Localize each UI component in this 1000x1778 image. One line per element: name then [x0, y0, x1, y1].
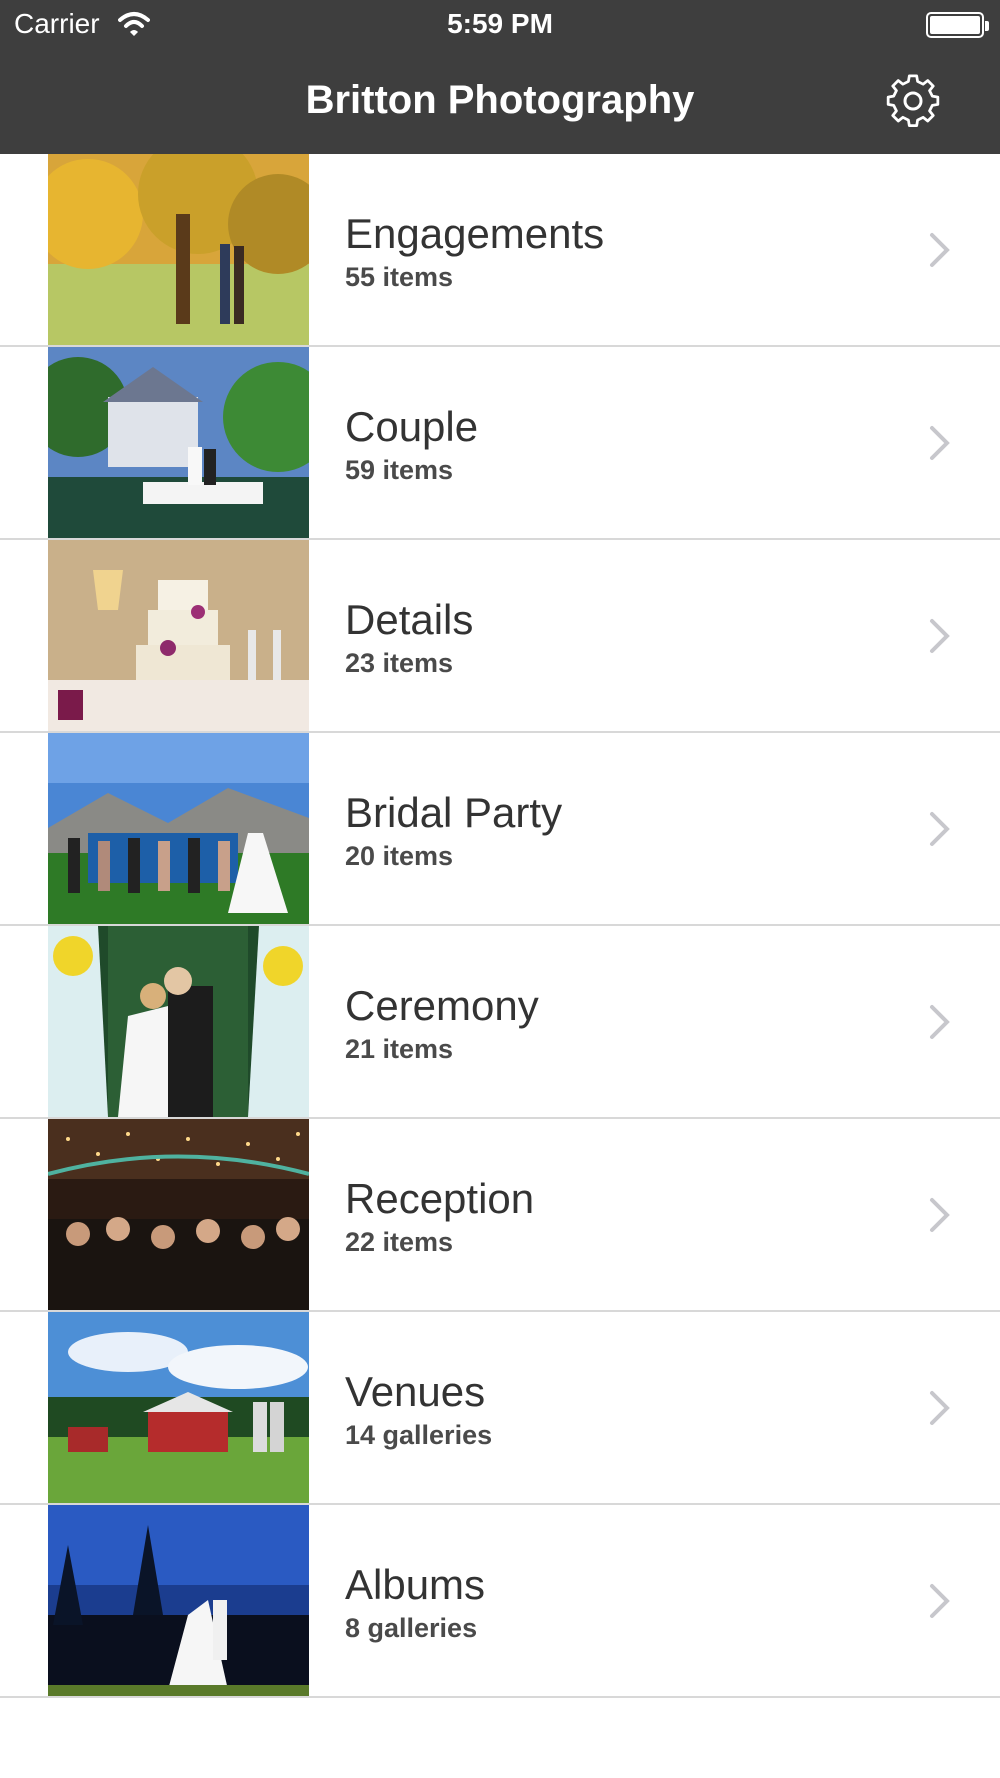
gallery-title: Venues [345, 1368, 486, 1415]
gallery-count: 20 items [345, 841, 454, 871]
status-bar: Carrier 5:59 PM [0, 0, 1000, 50]
gallery-row-ceremony[interactable]: Ceremony 21 items [0, 926, 1000, 1119]
gear-icon[interactable] [884, 72, 942, 130]
venues-thumbnail [48, 1312, 309, 1503]
gallery-row-details[interactable]: Details 23 items [0, 540, 1000, 733]
gallery-title: Details [345, 596, 474, 643]
gallery-count: 55 items [345, 262, 454, 292]
gallery-title: Reception [345, 1175, 535, 1222]
chevron-right-icon [930, 812, 950, 846]
gallery-count: 23 items [345, 648, 454, 678]
gallery-row-venues[interactable]: Venues 14 galleries [0, 1312, 1000, 1505]
chevron-right-icon [930, 426, 950, 460]
gallery-row-engagements[interactable]: Engagements 55 items [0, 154, 1000, 347]
details-thumbnail [48, 540, 309, 731]
chevron-right-icon [930, 1198, 950, 1232]
chevron-right-icon [930, 619, 950, 653]
gallery-count: 14 galleries [345, 1420, 493, 1450]
couple-thumbnail [48, 347, 309, 538]
reception-thumbnail [48, 1119, 309, 1310]
chevron-right-icon [930, 1584, 950, 1618]
gallery-row-couple[interactable]: Couple 59 items [0, 347, 1000, 540]
gallery-row-albums[interactable]: Albums 8 galleries [0, 1505, 1000, 1698]
gallery-row-bridal-party[interactable]: Bridal Party 20 items [0, 733, 1000, 926]
status-time: 5:59 PM [447, 8, 553, 39]
bridal-party-thumbnail [48, 733, 309, 924]
gallery-count: 21 items [345, 1034, 454, 1064]
battery-icon [926, 12, 989, 38]
navigation-bar: Carrier 5:59 PM Britton Photography [0, 0, 1000, 154]
chevron-right-icon [930, 1005, 950, 1039]
gallery-title: Albums [345, 1561, 486, 1608]
gallery-title: Couple [345, 403, 479, 450]
gallery-row-reception[interactable]: Reception 22 items [0, 1119, 1000, 1312]
chevron-right-icon [930, 233, 950, 267]
gallery-title: Bridal Party [345, 789, 563, 836]
chevron-right-icon [930, 1391, 950, 1425]
gallery-count: 59 items [345, 455, 454, 485]
gallery-title: Engagements [345, 210, 605, 257]
ceremony-thumbnail [48, 926, 309, 1117]
gallery-count: 22 items [345, 1227, 454, 1257]
gallery-title: Ceremony [345, 982, 539, 1029]
albums-thumbnail [48, 1505, 309, 1696]
page-title: Britton Photography [305, 78, 695, 122]
gallery-list: Engagements 55 items Couple 59 items Det… [0, 154, 1000, 1698]
engagements-thumbnail [48, 154, 309, 345]
gallery-count: 8 galleries [345, 1613, 478, 1643]
